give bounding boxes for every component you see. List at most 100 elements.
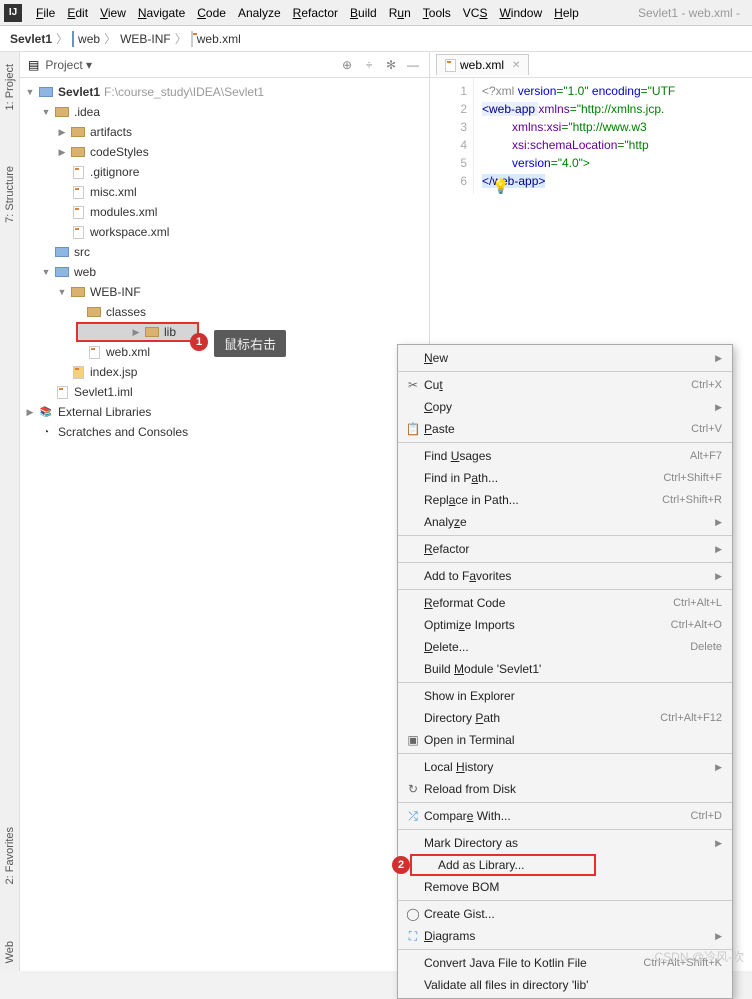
tree-external-libs[interactable]: ▶ 📚 External Libraries [20,402,429,422]
project-tree[interactable]: ▼ Sevlet1 F:\course_study\IDEA\Sevlet1 ▼… [20,78,429,446]
tree-gitignore[interactable]: .gitignore [20,162,429,182]
tree-iml[interactable]: Sevlet1.iml [20,382,429,402]
tree-src[interactable]: src [20,242,429,262]
menu-analyze[interactable]: Analyze [232,4,287,22]
breadcrumb-web[interactable]: web [78,32,100,46]
tab-favorites[interactable]: 2: Favorites [4,819,16,892]
menu-compare-with[interactable]: ⤮Compare With...Ctrl+D [398,805,732,827]
chevron-down-icon[interactable]: ▼ [56,287,68,297]
menu-directory-path[interactable]: Directory PathCtrl+Alt+F12 [398,707,732,729]
tree-webinf[interactable]: ▼ WEB-INF [20,282,429,302]
tree-index[interactable]: index.jsp [20,362,429,382]
menu-validate[interactable]: Validate all files in directory 'lib' [398,974,732,996]
code-content[interactable]: <?xml version="1.0" encoding="UTF <web-a… [474,78,675,194]
breadcrumb-webinf[interactable]: WEB-INF [120,32,171,46]
menu-copy[interactable]: Copy▶ [398,396,732,418]
folder-icon [87,307,101,317]
menu-diagrams[interactable]: ⛶Diagrams▶ [398,925,732,947]
menu-file[interactable]: File [30,4,61,22]
submenu-arrow-icon: ▶ [715,353,722,364]
intention-bulb-icon[interactable]: 💡 [492,178,509,195]
close-tab-icon[interactable]: ✕ [512,60,520,71]
menu-vcs[interactable]: VCS [457,4,494,22]
folder-icon [145,327,159,337]
diagram-icon: ⛶ [402,929,424,944]
menu-open-terminal[interactable]: ▣Open in Terminal [398,729,732,751]
tree-lib[interactable]: ▶ lib [76,322,199,342]
annotation-tooltip: 鼠标右击 [214,330,286,357]
menu-build-module[interactable]: Build Module 'Sevlet1' [398,658,732,680]
chevron-right-icon[interactable]: ▶ [24,407,36,418]
tree-web[interactable]: ▼ web [20,262,429,282]
tree-modules[interactable]: modules.xml [20,202,429,222]
chevron-right-icon[interactable]: ▶ [56,147,68,158]
menu-edit[interactable]: Edit [61,4,94,22]
menu-navigate[interactable]: Navigate [132,4,191,22]
panel-title[interactable]: Project ▾ [45,58,92,72]
chevron-right-icon[interactable]: ▶ [56,127,68,138]
menu-optimize-imports[interactable]: Optimize ImportsCtrl+Alt+O [398,614,732,636]
menu-create-gist[interactable]: ◯Create Gist... [398,903,732,925]
paste-icon: 📋 [402,422,424,436]
menu-add-favorites[interactable]: Add to Favorites▶ [398,565,732,587]
folder-icon [71,127,85,137]
breadcrumb-file[interactable]: web.xml [197,32,241,46]
editor-tab-webxml[interactable]: web.xml ✕ [436,54,529,75]
menu-mark-directory[interactable]: Mark Directory as▶ [398,832,732,854]
chevron-right-icon[interactable]: ▶ [130,327,142,338]
tree-codestyles[interactable]: ▶ codeStyles [20,142,429,162]
menu-find-in-path[interactable]: Find in Path...Ctrl+Shift+F [398,467,732,489]
submenu-arrow-icon: ▶ [715,402,722,413]
menu-help[interactable]: Help [548,4,585,22]
folder-icon [71,147,85,157]
breadcrumb-root[interactable]: Sevlet1 [10,32,52,46]
menu-add-as-library[interactable]: Add as Library... [410,854,596,876]
menu-separator [398,802,732,803]
project-panel: ▤ Project ▾ ⊕ ÷ ✻ — ▼ Sevlet1 F:\course_… [20,52,430,971]
tree-artifacts[interactable]: ▶ artifacts [20,122,429,142]
menu-replace-in-path[interactable]: Replace in Path...Ctrl+Shift+R [398,489,732,511]
menu-reformat[interactable]: Reformat CodeCtrl+Alt+L [398,592,732,614]
menu-build[interactable]: Build [344,4,383,22]
menu-new[interactable]: New▶ [398,347,732,369]
menu-refactor[interactable]: Refactor▶ [398,538,732,560]
menu-refactor[interactable]: Refactor [287,4,344,22]
menu-code[interactable]: Code [191,4,232,22]
menu-tools[interactable]: Tools [417,4,457,22]
menu-reload-disk[interactable]: ↻Reload from Disk [398,778,732,800]
tab-web[interactable]: Web [4,933,16,971]
chevron-down-icon[interactable]: ▼ [40,107,52,117]
tree-idea[interactable]: ▼ .idea [20,102,429,122]
submenu-arrow-icon: ▶ [715,931,722,942]
tab-structure[interactable]: 7: Structure [4,158,16,231]
menu-show-explorer[interactable]: Show in Explorer [398,685,732,707]
project-path: F:\course_study\IDEA\Sevlet1 [104,85,264,99]
hide-icon[interactable]: — [405,57,421,73]
chevron-down-icon[interactable]: ▼ [40,267,52,277]
tree-misc[interactable]: misc.xml [20,182,429,202]
locate-icon[interactable]: ⊕ [339,57,355,73]
menu-separator [398,535,732,536]
menu-cut[interactable]: ✂CutCtrl+X [398,374,732,396]
tree-root[interactable]: ▼ Sevlet1 F:\course_study\IDEA\Sevlet1 [20,82,429,102]
menu-delete[interactable]: Delete...Delete [398,636,732,658]
menu-run[interactable]: Run [383,4,417,22]
chevron-down-icon[interactable]: ▼ [24,87,36,97]
code-editor[interactable]: 12 34 56 <?xml version="1.0" encoding="U… [430,78,752,194]
tree-classes[interactable]: classes [20,302,429,322]
module-icon [39,87,53,97]
tree-workspace[interactable]: workspace.xml [20,222,429,242]
menu-local-history[interactable]: Local History▶ [398,756,732,778]
menu-find-usages[interactable]: Find UsagesAlt+F7 [398,445,732,467]
menu-remove-bom[interactable]: Remove BOM [398,876,732,898]
collapse-icon[interactable]: ÷ [361,57,377,73]
project-panel-header: ▤ Project ▾ ⊕ ÷ ✻ — [20,52,429,78]
scratches-icon: ◔ [38,425,54,439]
tree-scratches[interactable]: ◔ Scratches and Consoles [20,422,429,442]
settings-icon[interactable]: ✻ [383,57,399,73]
menu-view[interactable]: View [94,4,132,22]
menu-paste[interactable]: 📋PasteCtrl+V [398,418,732,440]
menu-analyze[interactable]: Analyze▶ [398,511,732,533]
menu-window[interactable]: Window [493,4,548,22]
tab-project[interactable]: 1: Project [4,56,16,118]
